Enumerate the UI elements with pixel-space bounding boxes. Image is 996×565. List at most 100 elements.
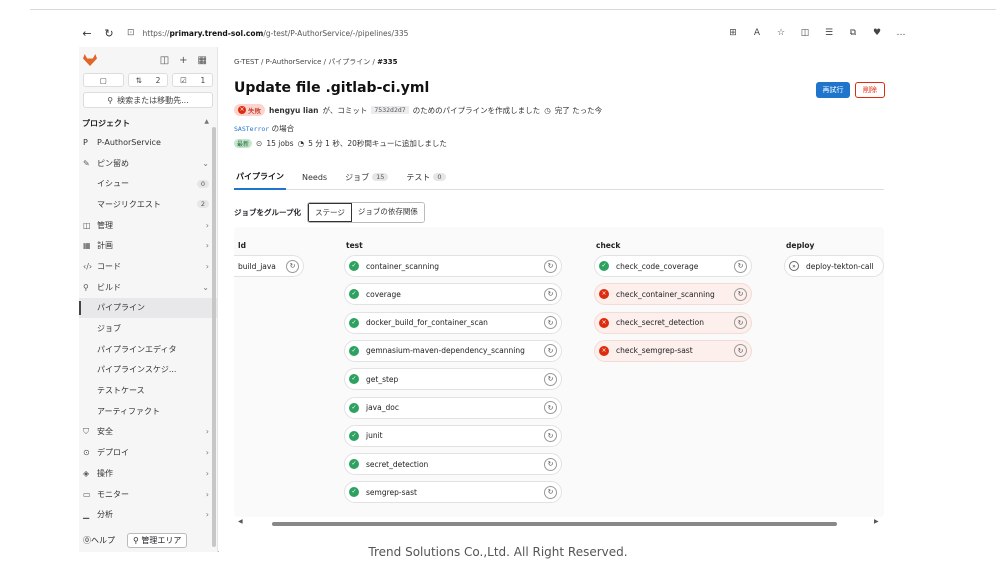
gitlab-logo-icon[interactable] xyxy=(83,54,97,66)
sidebar-item-build[interactable]: ⚲ ビルド ⌄ xyxy=(79,277,217,298)
retry-job-icon[interactable]: ↻ xyxy=(544,287,557,301)
job-check_semgrep-sast[interactable]: × check_semgrep-sast ↻ xyxy=(594,339,752,362)
chart-icon: ▁ xyxy=(83,510,90,520)
todo-counter[interactable]: ☑ 1 xyxy=(172,73,214,87)
tab-count: 0 xyxy=(433,173,446,181)
sidebar-search[interactable]: ⚲ 検索または移動先... xyxy=(83,92,213,108)
horizontal-scrollbar[interactable]: ◀ ▶ xyxy=(234,518,884,529)
tab-tests[interactable]: テスト 0 xyxy=(404,164,447,190)
sidebar-item-analyze[interactable]: ▁ 分析 › xyxy=(79,504,217,525)
sidebar-item-merge-requests[interactable]: マージリクエスト 2 xyxy=(79,194,217,215)
job-junit[interactable]: ✓ junit ↻ xyxy=(344,424,562,447)
sidebar-item-pipeline-schedules[interactable]: パイプラインスケジ... xyxy=(79,360,217,381)
issues-label: イシュー xyxy=(97,179,129,189)
sidebar-item-monitor[interactable]: ▭ モニター › xyxy=(79,484,217,505)
deploy-label: デプロイ xyxy=(97,448,129,458)
sidebar-item-issues[interactable]: イシュー 0 xyxy=(79,173,217,194)
retry-job-icon[interactable]: ↻ xyxy=(544,485,557,499)
avatar[interactable]: ▦ xyxy=(198,55,207,66)
job-check_secret_detection[interactable]: × check_secret_detection ↻ xyxy=(594,311,752,334)
retry-job-icon[interactable]: ↻ xyxy=(544,429,557,443)
job-java_doc[interactable]: ✓ java_doc ↻ xyxy=(344,396,562,419)
tab-jobs[interactable]: ジョブ 15 xyxy=(343,164,390,190)
retry-job-icon[interactable]: ↻ xyxy=(544,372,557,386)
retry-job-icon[interactable]: ↻ xyxy=(734,287,747,301)
job-check_code_coverage[interactable]: ✓ check_code_coverage ↻ xyxy=(594,255,752,277)
favorites-icon[interactable]: ☰ xyxy=(823,28,835,38)
job-docker_build_for_container_scan[interactable]: ✓ docker_build_for_container_scan ↻ xyxy=(344,311,562,334)
group-by-stage-button[interactable]: ステージ xyxy=(308,203,352,222)
sidebar-item-plan[interactable]: ▦ 計画 › xyxy=(79,235,217,256)
retry-job-icon[interactable]: ↻ xyxy=(286,259,299,273)
sidebar-item-operate[interactable]: ◈ 操作 › xyxy=(79,463,217,484)
mr-count-badge: 2 xyxy=(196,200,209,209)
job-deploy-tekton-call[interactable]: » deploy-tekton-call xyxy=(784,255,884,277)
back-icon[interactable]: ← xyxy=(79,25,95,41)
breadcrumb-pipelines[interactable]: パイプライン xyxy=(328,58,370,66)
ref-link[interactable]: SASTerror xyxy=(234,125,269,133)
address-bar[interactable]: ⊡ https://primary.trend-sol.com/g-test/P… xyxy=(127,28,408,38)
sidebar-item-deploy[interactable]: ⊙ デプロイ › xyxy=(79,442,217,463)
collections-icon[interactable]: ⧉ xyxy=(847,28,859,38)
scroll-up-icon[interactable]: ▲ xyxy=(204,118,209,129)
retry-job-icon[interactable]: ↻ xyxy=(544,259,557,273)
retry-job-icon[interactable]: ↻ xyxy=(544,401,557,414)
job-gemnasium-maven-dependency_scanning[interactable]: ✓ gemnasium-maven-dependency_scanning ↻ xyxy=(344,339,562,362)
retry-job-icon[interactable]: ↻ xyxy=(544,316,557,330)
scroll-right-icon[interactable]: ▶ xyxy=(874,518,879,525)
extensions-icon[interactable]: ♥ xyxy=(871,28,883,38)
sidebar-item-jobs[interactable]: ジョブ xyxy=(79,318,217,339)
job-build_java[interactable]: build_java ↻ xyxy=(234,255,304,277)
breadcrumb-project[interactable]: P-AuthorService xyxy=(266,58,322,66)
job-get_step[interactable]: ✓ get_step ↻ xyxy=(344,368,562,391)
issues-count: 0 xyxy=(196,179,209,188)
more-icon[interactable]: … xyxy=(895,28,907,38)
tab-pipeline[interactable]: パイプライン xyxy=(234,164,286,190)
delete-button[interactable]: 削除 xyxy=(855,82,885,98)
read-aloud-icon[interactable]: A xyxy=(751,28,763,38)
scrollbar-thumb[interactable] xyxy=(272,522,837,526)
plus-icon[interactable]: + xyxy=(179,55,187,66)
retry-job-icon[interactable]: ↻ xyxy=(544,457,557,471)
scroll-left-icon[interactable]: ◀ xyxy=(238,518,243,525)
breadcrumb-group[interactable]: G-TEST xyxy=(234,58,259,66)
latest-badge: 最新 xyxy=(234,139,253,148)
plan-label: 計画 xyxy=(97,241,113,251)
tab-needs[interactable]: Needs xyxy=(300,164,329,190)
split-icon[interactable]: ◫ xyxy=(799,28,811,38)
job-secret_detection[interactable]: ✓ secret_detection ↻ xyxy=(344,453,562,476)
mr-counter[interactable]: ⇅ 2 xyxy=(127,73,169,87)
sidebar-item-test-cases[interactable]: テストケース xyxy=(79,380,217,401)
job-check_container_scanning[interactable]: × check_container_scanning ↻ xyxy=(594,283,752,306)
job-semgrep-sast[interactable]: ✓ semgrep-sast ↻ xyxy=(344,481,562,504)
sidebar-item-pipelines[interactable]: パイプライン xyxy=(79,297,217,319)
sidebar-item-manage[interactable]: ◫ 管理 › xyxy=(79,215,217,236)
sidebar-item-artifacts[interactable]: アーティファクト xyxy=(79,401,217,422)
sidebar-item-code[interactable]: ‹/› コード › xyxy=(79,256,217,277)
refresh-icon[interactable]: ↻ xyxy=(101,25,117,41)
sidebar-item-pipeline-editor[interactable]: パイプラインエディタ xyxy=(79,339,217,360)
secure-label: 安全 xyxy=(97,427,113,437)
sidebar-item-secure[interactable]: ⛉ 安全 › xyxy=(79,422,217,443)
job-container_scanning[interactable]: ✓ container_scanning ↻ xyxy=(344,255,562,277)
status-badge[interactable]: × 失敗 xyxy=(234,104,265,116)
retry-job-icon[interactable]: ↻ xyxy=(544,344,557,358)
retry-job-icon[interactable]: ↻ xyxy=(734,316,747,330)
retry-job-icon[interactable]: ↻ xyxy=(734,259,747,273)
commit-sha[interactable]: 7532d2d7 xyxy=(371,106,409,114)
group-by-dependency-button[interactable]: ジョブの依存関係 xyxy=(351,203,424,222)
job-coverage[interactable]: ✓ coverage ↻ xyxy=(344,283,562,306)
sidebar-item-pinned[interactable]: ✎ ピン留め ⌄ xyxy=(79,153,217,174)
sidebar-toggle-icon[interactable]: ◫ xyxy=(160,55,169,66)
star-icon[interactable]: ☆ xyxy=(775,28,787,38)
author-link[interactable]: hengyu lian xyxy=(269,106,319,115)
sidebar-scrollbar[interactable] xyxy=(212,127,216,547)
grid-icon[interactable]: ⊞ xyxy=(727,28,739,38)
retry-job-icon[interactable]: ↻ xyxy=(734,344,747,358)
issues-counter[interactable]: ▢ xyxy=(83,73,124,87)
breadcrumb-pipeline-id[interactable]: #335 xyxy=(377,58,397,66)
sidebar-item-project[interactable]: P P-AuthorService xyxy=(79,132,217,153)
retry-button[interactable]: 再試行 xyxy=(816,82,850,98)
help-label: ヘルプ xyxy=(91,536,115,545)
job-name: deploy-tekton-call xyxy=(806,261,874,271)
